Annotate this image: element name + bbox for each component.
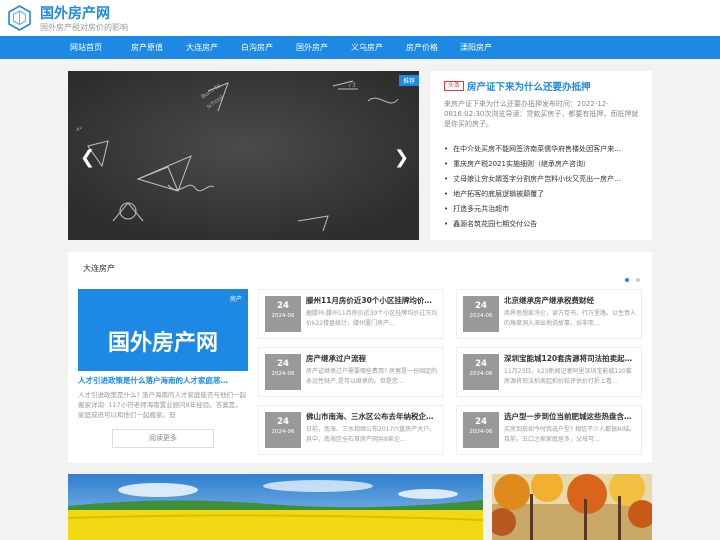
rapeseed-field-image[interactable]	[68, 474, 483, 540]
svg-text:x²: x²	[76, 126, 83, 133]
date-day: 24	[277, 417, 289, 427]
dalian-section: 大连房产 房产 国外房产网 人才引进政策是什么落户海南的人才家庭恶… 人才引进政…	[68, 252, 652, 463]
news-card[interactable]: 24 2024-06 北京继承房产继承税费财经 商界思想家冯仑，读万卷书，行万里…	[456, 289, 642, 339]
nav-item-prices[interactable]: 房产价格	[406, 36, 438, 59]
date-box: 24 2024-06	[463, 354, 499, 390]
date-ym: 2024-06	[469, 371, 493, 377]
card-desc: 日前，南海、三水相继公布2017六盘房产大户。其中，南海区全石首房产网共8家企…	[306, 426, 436, 443]
card-desc: 商界思想家冯仑，读万卷书，行万里路。以生意人的角度洞入深出地说故事，似非而…	[504, 310, 636, 327]
headline-list-item[interactable]: 重庆房产税2021实施细则（继承房产咨询）	[444, 157, 644, 172]
feature-desc: 人才引进政策是什么? 落户海南的人才家庭能否与他们一起搬家详询: 117小符老师…	[78, 391, 247, 419]
news-card[interactable]: 24 2024-06 佛山市南海、三水区公布去年纳税企… 日前，南海、三水相继公…	[258, 405, 444, 455]
carousel-dots	[623, 267, 640, 286]
chalkboard-image: Born to school √3 x²	[68, 71, 419, 240]
nav-item-yiwu[interactable]: 义乌房产	[351, 36, 383, 59]
date-day: 24	[475, 359, 487, 369]
card-desc: 11月23日，k23新闻记者阿里深圳宝能城120套房源将司法拍卖起拍价较评估价打…	[504, 368, 632, 385]
news-card[interactable]: 24 2024-06 深圳宝能城120套房源将司法拍卖起… 11月23日，k23…	[456, 347, 642, 397]
nav-item-dalian[interactable]: 大连房产	[186, 36, 218, 59]
nav-item-home[interactable]: 网站首页	[70, 36, 102, 59]
headline-list: 在中介处买房不能网签济南菜儒华府售楼处因客户来… 重庆房产税2021实施细则（继…	[444, 142, 644, 232]
news-card[interactable]: 24 2024-06 选户型一步到位当前肥城这些热盘含… 买房到现如今时我选户型…	[456, 405, 642, 455]
headline-list-item[interactable]: 鑫源名筑花园七期交付公告	[444, 217, 644, 232]
date-ym: 2024-06	[271, 371, 295, 377]
main-nav: 网站首页 房产原值 大连房产 白沟房产 国外房产 义乌房产 房产价格 溧阳房产	[0, 36, 720, 59]
slider-badge: 推荐	[399, 75, 419, 86]
chevron-left-icon[interactable]: ❮	[80, 149, 95, 167]
date-box: 24 2024-06	[265, 354, 301, 390]
news-card[interactable]: 24 2024-06 滕州11月房价近30个小区挂牌均价… 据滕州:滕州11月房…	[258, 289, 444, 339]
headline-list-item[interactable]: 地产拓客的底层逻辑被颠覆了	[444, 187, 644, 202]
nav-item-original-value[interactable]: 房产原值	[131, 36, 163, 59]
card-desc: 房产证继承过户需要哪些费用? 房屋是一份固定的永远性财产,是可以继承的。但是您…	[306, 368, 438, 385]
hero-slider[interactable]: Born to school √3 x² 推荐 ❮ ❯	[68, 71, 419, 240]
date-box: 24 2024-06	[265, 296, 301, 332]
date-day: 24	[277, 301, 289, 311]
date-ym: 2024-06	[271, 429, 295, 435]
date-ym: 2024-06	[469, 429, 493, 435]
site-title[interactable]: 国外房产网	[40, 3, 110, 23]
date-day: 24	[475, 301, 487, 311]
headline-list-item[interactable]: 丈母娘让穷女婿签字分割房产岂料小伙又亮出一房产…	[444, 172, 644, 187]
card-title[interactable]: 佛山市南海、三水区公布去年纳税企…	[306, 411, 438, 422]
logo-icon[interactable]	[6, 4, 33, 31]
date-ym: 2024-06	[271, 313, 295, 319]
nav-item-liyang[interactable]: 溧阳房产	[460, 36, 492, 59]
headline-tag: 头条	[444, 81, 465, 91]
date-day: 24	[277, 359, 289, 369]
nav-item-overseas[interactable]: 国外房产	[296, 36, 328, 59]
date-box: 24 2024-06	[463, 412, 499, 448]
headline-list-item[interactable]: 在中介处买房不能网签济南菜儒华府售楼处因客户来…	[444, 142, 644, 157]
headline-panel: 头条 房产证下来为什么还要办抵押 来房产证下来为什么还要办抵押发布时间：2022…	[430, 71, 652, 240]
autumn-trees-image[interactable]	[492, 474, 652, 540]
chevron-right-icon[interactable]: ❯	[394, 149, 409, 167]
card-desc: 买房到现如今时我选户型? 相信不少人都很纠结。目前，五口之家家庭居多，父母可…	[504, 426, 636, 443]
headline-title[interactable]: 房产证下来为什么还要办抵押	[467, 79, 591, 93]
svg-text:√3: √3	[348, 82, 356, 89]
feature-title[interactable]: 人才引进政策是什么落户海南的人才家庭恶…	[78, 375, 248, 386]
headline-desc: 来房产证下来为什么还要办抵押发布时间：2022-12-0816:02:30次浏览…	[444, 100, 639, 128]
card-desc: 据滕州:滕州11月房价近30个小区挂牌均价过万均价k22楼盘统计，滕州厦门房产…	[306, 310, 438, 327]
date-day: 24	[475, 417, 487, 427]
card-title[interactable]: 滕州11月房价近30个小区挂牌均价…	[306, 295, 438, 306]
feature-image-text: 国外房产网	[107, 331, 218, 356]
carousel-dot[interactable]	[636, 278, 640, 282]
card-title[interactable]: 房产继承过户流程	[306, 353, 438, 364]
date-box: 24 2024-06	[463, 296, 499, 332]
feature-image[interactable]: 房产 国外房产网	[78, 289, 248, 371]
news-card[interactable]: 24 2024-06 房产继承过户流程 房产证继承过户需要哪些费用? 房屋是一份…	[258, 347, 444, 397]
card-title[interactable]: 选户型一步到位当前肥城这些热盘含…	[504, 411, 636, 422]
feature-article: 房产 国外房产网 人才引进政策是什么落户海南的人才家庭恶… 人才引进政策是什么?…	[78, 289, 248, 448]
carousel-dot-active[interactable]	[624, 278, 629, 282]
section-title: 大连房产	[83, 264, 115, 273]
site-header: 国外房产网 国外房产税对房价的影响	[0, 0, 720, 36]
site-subtitle: 国外房产税对房价的影响	[40, 23, 128, 32]
read-more-button[interactable]: 阅读更多	[112, 429, 214, 448]
nav-item-baigou[interactable]: 白沟房产	[241, 36, 273, 59]
card-title[interactable]: 北京继承房产继承税费财经	[504, 295, 636, 306]
date-box: 24 2024-06	[265, 412, 301, 448]
headline-list-item[interactable]: 打造多元共治超市	[444, 202, 644, 217]
date-ym: 2024-06	[469, 313, 493, 319]
card-title[interactable]: 深圳宝能城120套房源将司法拍卖起…	[504, 353, 636, 364]
feature-badge: 房产	[225, 293, 246, 304]
